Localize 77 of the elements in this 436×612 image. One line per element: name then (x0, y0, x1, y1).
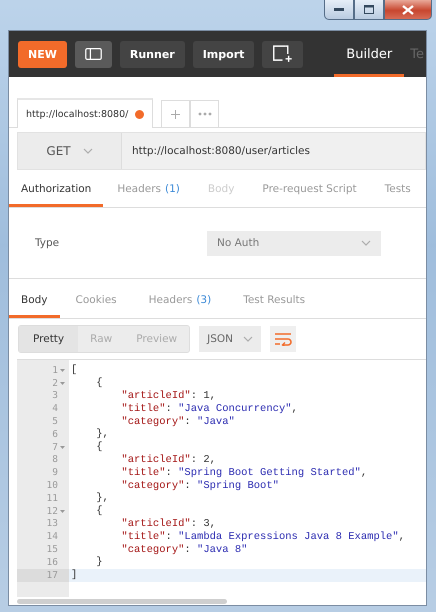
line-number: 9 (52, 467, 58, 478)
maximize-button[interactable] (354, 0, 384, 20)
response-section-tab[interactable]: Body (9, 285, 60, 318)
wrap-lines-button[interactable] (270, 326, 296, 352)
code-line: { (95, 441, 103, 454)
format-dropdown[interactable]: JSON (199, 326, 262, 352)
add-tab-button[interactable] (161, 100, 190, 127)
minimize-button[interactable] (324, 0, 354, 20)
line-number: 10 (46, 480, 58, 492)
code-line: "title": "Spring Boot Getting Started", (120, 466, 368, 479)
view-mode-tab[interactable]: Pretty (19, 326, 78, 352)
response-section-tab[interactable]: Test Results (227, 285, 322, 318)
fold-icon[interactable] (60, 446, 65, 449)
response-section-tab[interactable]: Headers (3) (132, 285, 228, 318)
line-number: 16 (46, 556, 58, 568)
request-tab[interactable]: http://localhost:8080/ (17, 98, 153, 128)
view-mode-tab[interactable]: Preview (124, 326, 190, 352)
scrollbar[interactable] (17, 598, 227, 604)
tab-title: http://localhost:8080/ (26, 108, 128, 120)
fold-icon[interactable] (60, 382, 65, 385)
code-line: "articleId": 1, (120, 390, 216, 402)
line-number: 1 (52, 364, 58, 376)
view-mode-tab[interactable]: Raw (78, 326, 124, 352)
auth-type-dropdown[interactable]: No Auth (207, 230, 381, 256)
sidebar-icon (84, 46, 102, 62)
request-section-tab[interactable]: Tests (370, 174, 425, 207)
code-line: "category": "Java" (120, 416, 235, 428)
line-number: 8 (52, 454, 58, 466)
line-number: 2 (52, 378, 58, 389)
fold-icon[interactable] (60, 510, 65, 513)
code-line: { (95, 377, 103, 390)
new-button[interactable]: NEW (18, 40, 67, 68)
wrap-lines-icon (274, 332, 292, 346)
line-number: 14 (46, 531, 58, 542)
line-number: 17 (46, 570, 58, 581)
line-number: 12 (46, 506, 58, 517)
code-line: [ (70, 364, 78, 376)
plus-icon (171, 110, 180, 118)
line-number: 3 (52, 390, 58, 402)
new-window-icon (272, 44, 294, 64)
line-number: 7 (52, 442, 58, 453)
view-tab[interactable]: Builder (334, 31, 404, 77)
chevron-down-icon (243, 336, 254, 342)
toolbar-button[interactable]: Runner (120, 40, 185, 68)
close-icon (402, 4, 414, 14)
code-line: }, (95, 428, 109, 440)
more-button[interactable] (190, 100, 219, 127)
line-number: 15 (46, 544, 58, 556)
type-label: Type (35, 237, 60, 249)
code-line: "title": "Java Concurrency", (120, 402, 298, 415)
request-section-tab[interactable]: Headers (1) (103, 174, 194, 207)
request-section-tab[interactable]: Authorization (9, 174, 104, 207)
line-number: 4 (52, 403, 58, 414)
minimize-icon (334, 8, 344, 12)
response-section-tab[interactable]: Cookies (60, 285, 133, 318)
sidebar-button[interactable] (74, 40, 112, 68)
new-window-button[interactable] (262, 40, 304, 68)
code-line: }, (95, 492, 109, 504)
line-number: 13 (46, 518, 58, 530)
line-number: 5 (52, 416, 58, 428)
code-line: ] (70, 569, 78, 582)
request-section-tab[interactable]: Pre-request Script (248, 174, 371, 207)
more-icon (198, 112, 212, 116)
maximize-icon (364, 5, 374, 14)
code-line: } (95, 556, 103, 568)
code-line: "articleId": 3, (120, 518, 216, 530)
fold-icon[interactable] (60, 368, 65, 372)
line-number: 6 (52, 428, 58, 440)
code-line: "title": "Lambda Expressions Java 8 Example", (120, 530, 405, 543)
toolbar-button[interactable]: Import (192, 40, 254, 68)
chevron-down-icon (361, 240, 371, 246)
code-line: { (95, 505, 103, 518)
code-line: "articleId": 2, (120, 454, 216, 466)
line-number: 11 (46, 492, 58, 504)
code-line: "category": "Java 8" (120, 544, 248, 556)
close-button[interactable] (384, 0, 432, 20)
code-line: "category": "Spring Boot" (120, 480, 279, 492)
